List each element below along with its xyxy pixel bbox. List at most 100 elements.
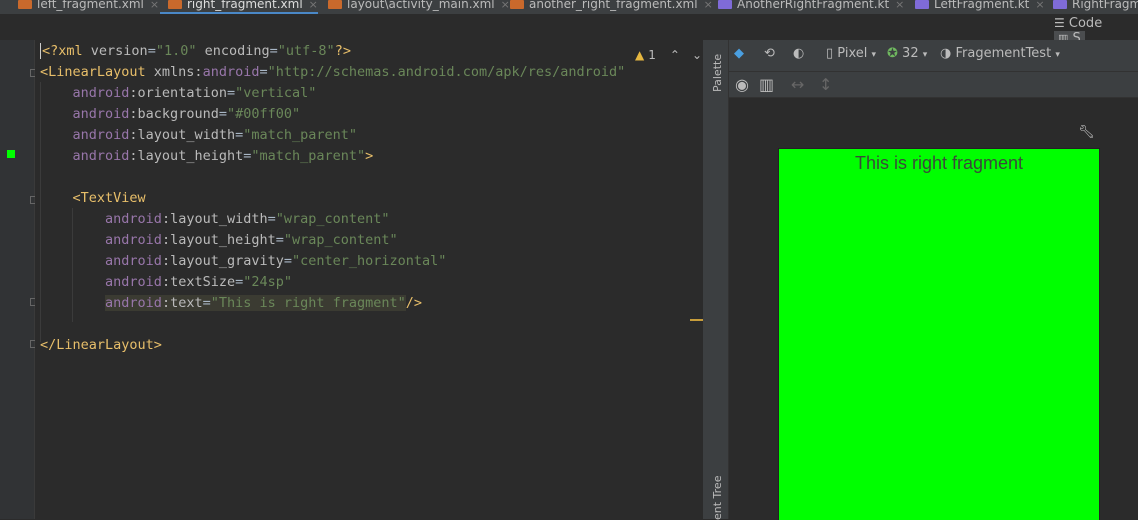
close-tab-icon[interactable]: × <box>895 0 904 11</box>
design-preview-panel: ◆ ⟲ ◐ ▯ Pixel ▾ ✪ 32 ▾ ◑ FragementTest ▾… <box>729 40 1138 520</box>
close-tab-icon[interactable]: × <box>150 0 159 11</box>
code-token: = <box>202 295 211 311</box>
code-token: <?xml <box>42 43 91 59</box>
code-token: = <box>218 106 227 122</box>
code-token: :layout_width <box>129 127 236 143</box>
editor-tab[interactable]: left_fragment.xml × <box>18 0 159 14</box>
code-token: "wrap_content" <box>275 211 390 227</box>
code-line: android:layout_height="wrap_content" <box>40 230 398 251</box>
editor-tab[interactable]: another_right_fragment.xml × <box>510 0 713 14</box>
device-selector[interactable]: ▯ Pixel ▾ <box>826 46 876 61</box>
orientation-icon[interactable]: ⟲ <box>764 46 775 61</box>
close-tab-icon[interactable]: × <box>704 0 713 11</box>
code-token: :layout_width <box>161 211 268 227</box>
code-token: = <box>283 253 292 269</box>
theme-icon: ◑ <box>940 46 952 61</box>
code-token: android <box>105 274 162 290</box>
active-tab-indicator <box>160 12 318 14</box>
tab-label: layout\activity_main.xml <box>347 0 495 11</box>
chevron-down-icon: ▾ <box>871 50 877 60</box>
code-line: android:orientation="vertical" <box>40 83 317 104</box>
code-token: :orientation <box>129 85 227 101</box>
next-highlight-icon[interactable]: ⌄ <box>692 48 702 62</box>
code-token: android <box>105 232 162 248</box>
code-view-icon: ☰ <box>1054 16 1065 30</box>
tab-label: left_fragment.xml <box>37 0 144 11</box>
code-line: android:layout_width="wrap_content" <box>40 209 390 230</box>
code-token: ?> <box>334 43 351 59</box>
wrench-icon[interactable]: 🔧︎ <box>1078 125 1095 140</box>
code-line: <LinearLayout xmlns:android="http://sche… <box>40 62 625 83</box>
color-swatch-icon[interactable] <box>7 150 15 158</box>
editor-tab[interactable]: AnotherRightFragment.kt × <box>718 0 904 14</box>
code-token: android <box>72 85 130 101</box>
layers-icon[interactable]: ◆ <box>734 46 744 61</box>
editor-gutter <box>0 40 38 519</box>
text-caret <box>40 43 41 59</box>
component-tree-tab[interactable]: ent Tree <box>711 476 724 520</box>
code-token: = <box>269 43 278 59</box>
tab-label: LeftFragment.kt <box>934 0 1030 11</box>
preview-textview[interactable]: This is right fragment <box>779 153 1099 174</box>
previous-highlight-icon[interactable]: ⌃ <box>670 48 680 62</box>
code-line: android:layout_gravity="center_horizonta… <box>40 251 446 272</box>
close-tab-icon[interactable]: × <box>1035 0 1044 11</box>
file-type-icon <box>718 0 732 9</box>
code-token: :textSize <box>161 274 236 290</box>
code-token: encoding <box>204 43 270 59</box>
scrollbar-mark[interactable] <box>690 319 703 321</box>
palette-tab[interactable]: Palette <box>711 54 724 92</box>
close-tab-icon[interactable]: × <box>309 0 318 11</box>
tab-label: another_right_fragment.xml <box>529 0 698 11</box>
code-token: android <box>202 64 260 80</box>
file-type-icon <box>168 0 182 9</box>
night-mode-icon[interactable]: ◐ <box>793 46 804 61</box>
code-view-button[interactable]: ☰ Code <box>1054 16 1102 31</box>
code-line: <TextView <box>40 188 146 209</box>
code-token: :text <box>161 295 203 311</box>
theme-selector[interactable]: ◑ FragementTest ▾ <box>940 46 1060 61</box>
code-token: "match_parent" <box>243 127 358 143</box>
code-token: = <box>235 274 244 290</box>
editor-tab[interactable]: LeftFragment.kt × <box>915 0 1045 14</box>
code-token: </LinearLayout> <box>40 337 162 353</box>
code-token: :background <box>129 106 219 122</box>
code-token: android <box>105 253 162 269</box>
editor-tab[interactable]: layout\activity_main.xml × <box>328 0 510 14</box>
code-token: <LinearLayout <box>40 64 154 80</box>
code-token: :layout_gravity <box>161 253 284 269</box>
code-line: android:textSize="24sp" <box>40 272 292 293</box>
vertical-resize-icon[interactable]: ↕ <box>819 75 832 94</box>
code-token: :layout_height <box>161 232 276 248</box>
horizontal-resize-icon[interactable]: ↔ <box>791 75 804 94</box>
code-token: android <box>72 148 130 164</box>
device-preview[interactable]: This is right fragment <box>778 148 1100 520</box>
code-token: version <box>90 43 148 59</box>
eye-icon[interactable]: ◉ <box>735 75 749 94</box>
phone-icon: ▯ <box>826 46 834 61</box>
code-line: android:text="This is right fragment"/> <box>40 293 422 314</box>
blueprint-toggle-icon[interactable]: ▥ <box>759 75 774 94</box>
code-token: "vertical" <box>235 85 317 101</box>
code-token: <TextView <box>72 190 146 206</box>
code-token: android <box>105 211 162 227</box>
code-token: = <box>275 232 284 248</box>
code-token: = <box>226 85 236 101</box>
code-token: "#00ff00" <box>226 106 301 122</box>
android-icon: ✪ <box>887 46 898 61</box>
file-type-icon <box>915 0 929 9</box>
code-editor[interactable]: ▲ 1 ⌃ ⌄ <?xml version="1.0" encoding="utf-8… <box>35 40 703 519</box>
editor-tab[interactable]: RightFragm <box>1053 0 1138 14</box>
api-level-selector[interactable]: ✪ 32 ▾ <box>887 46 927 61</box>
code-token: "center_horizontal" <box>292 253 447 269</box>
code-token: = <box>259 64 268 80</box>
inspection-widget[interactable]: ▲ 1 ⌃ ⌄ <box>635 48 702 62</box>
code-token: xmlns: <box>153 64 203 80</box>
tab-label: RightFragm <box>1072 0 1138 11</box>
close-tab-icon[interactable]: × <box>501 0 510 11</box>
